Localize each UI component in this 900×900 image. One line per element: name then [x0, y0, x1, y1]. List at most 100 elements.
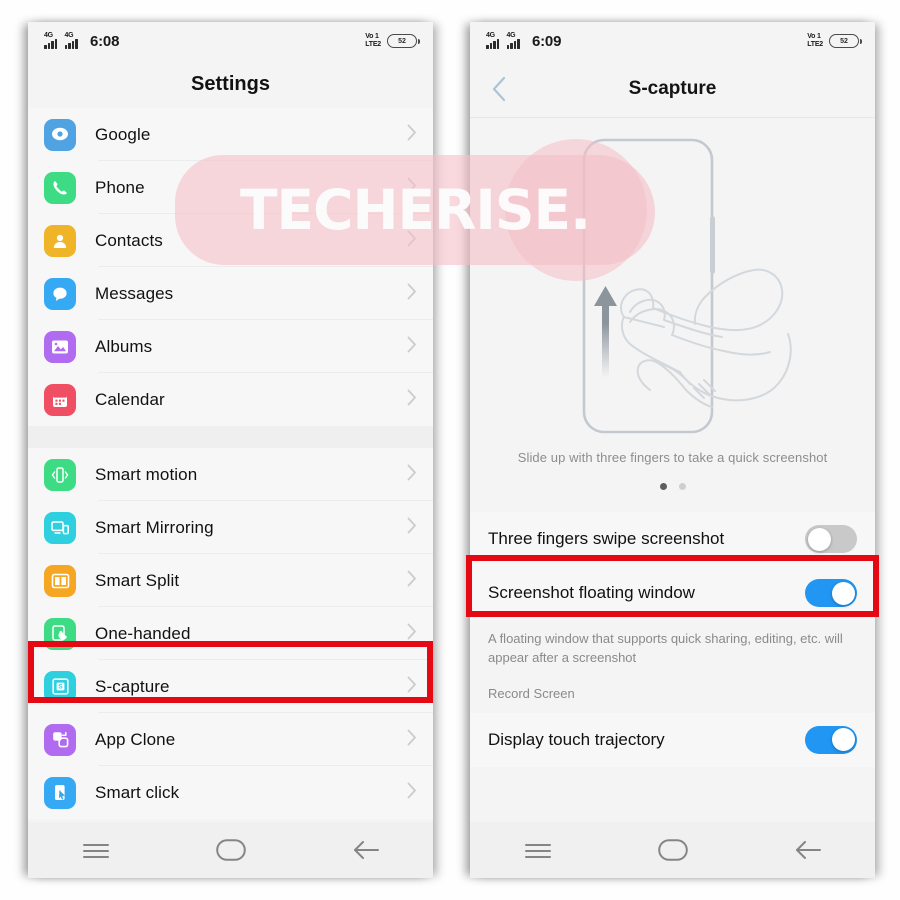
- screenshot-root: 4G 4G 6:08 Vo 1 LTE2 52 Settings Google …: [0, 0, 900, 900]
- settings-item-label: App Clone: [95, 729, 176, 749]
- sidebar-item-one-handed[interactable]: One-handed: [28, 607, 433, 660]
- menu-icon[interactable]: [508, 830, 568, 870]
- sidebar-item-smart-mirroring[interactable]: Smart Mirroring: [28, 501, 433, 554]
- page-title-s-capture: S-capture: [628, 77, 717, 99]
- status-bar-right-cluster: Vo 1 LTE2 52: [365, 33, 420, 49]
- status-bar-left-cluster: 4G 4G 6:08: [44, 32, 120, 50]
- list-section-divider: [28, 426, 433, 448]
- chevron-right-icon: [407, 676, 417, 698]
- battery-icon: 52: [387, 34, 420, 48]
- settings-item-label: S-capture: [95, 676, 170, 696]
- albums-icon: [44, 330, 76, 363]
- one-handed-icon: [44, 617, 76, 650]
- battery-icon: 52: [829, 34, 862, 48]
- app-bar-s-capture: S-capture: [470, 60, 875, 118]
- calendar-icon: [44, 383, 76, 416]
- google-icon: [44, 118, 76, 151]
- navigation-bar-left: [28, 822, 433, 878]
- settings-item-label: Phone: [95, 177, 145, 197]
- sidebar-item-phone[interactable]: Phone: [28, 161, 433, 214]
- signal-sim2-icon: 4G: [506, 32, 524, 49]
- chevron-right-icon: [407, 336, 417, 358]
- setting-row-display-touch-trajectory[interactable]: Display touch trajectory: [470, 712, 875, 767]
- back-chevron-icon[interactable]: [486, 76, 512, 102]
- status-bar-left: 4G 4G 6:08 Vo 1 LTE2 52: [28, 22, 433, 60]
- section-header-record-screen: Record Screen: [470, 683, 875, 713]
- smart-split-icon: [44, 564, 76, 597]
- setting-label: Display touch trajectory: [488, 729, 665, 749]
- messages-icon: [44, 277, 76, 310]
- app-clone-icon: [44, 723, 76, 756]
- chevron-right-icon: [407, 230, 417, 252]
- svg-text:S: S: [58, 684, 63, 691]
- settings-list-group-2: Smart motion Smart Mirroring Smart Split On…: [28, 448, 433, 819]
- settings-item-label: Google: [95, 124, 151, 144]
- settings-item-label: Contacts: [95, 230, 163, 250]
- chevron-right-icon: [407, 729, 417, 751]
- back-icon[interactable]: [336, 830, 396, 870]
- settings-item-label: One-handed: [95, 623, 191, 643]
- chevron-right-icon: [407, 782, 417, 804]
- floating-window-description: A floating window that supports quick sh…: [470, 620, 875, 684]
- toggle-switch[interactable]: [805, 525, 857, 553]
- signal-sim1-icon: 4G: [486, 32, 503, 49]
- carousel-page-dots[interactable]: [470, 465, 875, 512]
- chevron-right-icon: [407, 283, 417, 305]
- chevron-right-icon: [407, 177, 417, 199]
- home-icon[interactable]: [201, 830, 261, 870]
- sidebar-item-contacts[interactable]: Contacts: [28, 214, 433, 267]
- setting-label: Three fingers swipe screenshot: [488, 529, 725, 548]
- chevron-right-icon: [407, 623, 417, 645]
- settings-item-label: Messages: [95, 283, 174, 303]
- back-icon[interactable]: [778, 830, 838, 870]
- navigation-bar-right: [470, 822, 875, 878]
- chevron-right-icon: [407, 124, 417, 146]
- sidebar-item-smart-split[interactable]: Smart Split: [28, 554, 433, 607]
- settings-item-label: Smart motion: [95, 464, 198, 484]
- menu-icon[interactable]: [66, 830, 126, 870]
- volte-indicator: Vo 1 LTE2: [807, 33, 823, 48]
- settings-item-label: Smart click: [95, 782, 180, 802]
- phone-icon: [44, 171, 76, 204]
- home-icon[interactable]: [643, 830, 703, 870]
- smart-click-icon: [44, 776, 76, 809]
- toggle-switch[interactable]: [805, 725, 857, 754]
- toggle-switch[interactable]: [805, 579, 857, 607]
- carousel-dot[interactable]: [659, 483, 667, 490]
- s-capture-settings-group-2: Display touch trajectory: [470, 712, 875, 767]
- sidebar-item-google[interactable]: Google: [28, 108, 433, 161]
- setting-label: Screenshot floating window: [488, 583, 695, 602]
- setting-row-three-fingers-swipe-screenshot[interactable]: Three fingers swipe screenshot: [470, 512, 875, 566]
- status-bar-right-cluster-2: Vo 1 LTE2 52: [807, 33, 862, 49]
- clock-left: 6:08: [90, 32, 120, 50]
- sidebar-item-messages[interactable]: Messages: [28, 267, 433, 320]
- settings-item-label: Smart Split: [95, 570, 180, 590]
- signal-sim1-icon: 4G: [44, 32, 61, 49]
- sidebar-item-smart-click[interactable]: Smart click: [28, 766, 433, 819]
- status-bar-right: 4G 4G 6:09 Vo 1 LTE2 52: [470, 22, 875, 60]
- gesture-illustration: [470, 118, 875, 448]
- contacts-icon: [44, 224, 76, 257]
- chevron-right-icon: [407, 464, 417, 486]
- smart-mirroring-icon: [44, 511, 76, 544]
- carousel-dot[interactable]: [678, 483, 686, 490]
- sidebar-item-s-capture[interactable]: S S-capture: [28, 660, 433, 713]
- smart-motion-icon: [44, 458, 76, 491]
- phone-screen-settings: 4G 4G 6:08 Vo 1 LTE2 52 Settings Google …: [28, 22, 433, 878]
- clock-right: 6:09: [532, 32, 562, 50]
- toggle-knob: [831, 581, 855, 605]
- phone-screen-s-capture: 4G 4G 6:09 Vo 1 LTE2 52 S-capture Slide …: [470, 22, 875, 878]
- sidebar-item-albums[interactable]: Albums: [28, 320, 433, 373]
- sidebar-item-app-clone[interactable]: App Clone: [28, 713, 433, 766]
- sidebar-item-smart-motion[interactable]: Smart motion: [28, 448, 433, 501]
- chevron-right-icon: [407, 570, 417, 592]
- settings-item-label: Calendar: [95, 389, 165, 409]
- s-capture-icon: S: [44, 670, 76, 703]
- volte-indicator: Vo 1 LTE2: [365, 33, 381, 48]
- chevron-right-icon: [407, 517, 417, 539]
- settings-item-label: Albums: [95, 336, 153, 356]
- signal-sim2-icon: 4G: [64, 32, 82, 49]
- settings-item-label: Smart Mirroring: [95, 517, 214, 537]
- setting-row-screenshot-floating-window[interactable]: Screenshot floating window: [470, 566, 875, 620]
- sidebar-item-calendar[interactable]: Calendar: [28, 373, 433, 426]
